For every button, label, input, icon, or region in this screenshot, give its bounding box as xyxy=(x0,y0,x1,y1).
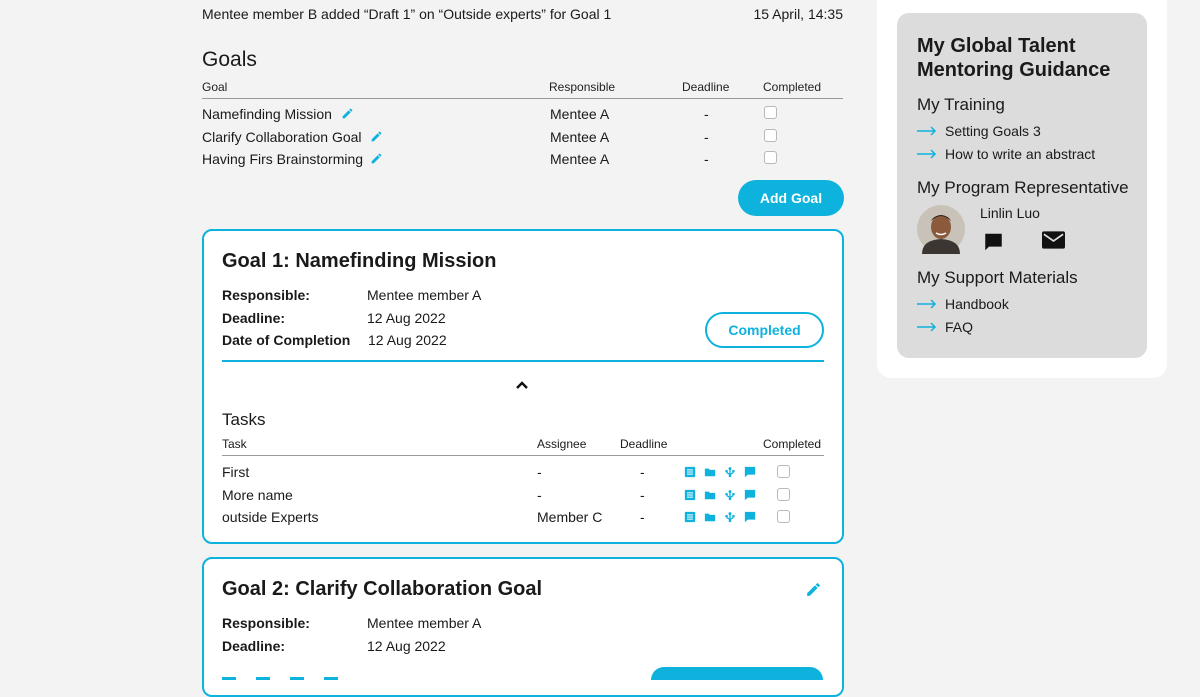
goal-row-deadline: - xyxy=(704,151,709,167)
comment-icon[interactable] xyxy=(744,489,756,501)
list-icon[interactable] xyxy=(684,466,696,478)
support-link-handbook[interactable]: Handbook xyxy=(917,296,1009,312)
goal-row-responsible: Mentee A xyxy=(550,106,610,122)
completion-label: Date of Completion xyxy=(222,332,351,348)
goal2-action-icons[interactable] xyxy=(222,672,352,680)
avatar xyxy=(917,205,965,254)
task-row-assignee: Member C xyxy=(537,509,603,525)
list-icon[interactable] xyxy=(684,489,696,501)
goal-row-responsible: Mentee A xyxy=(550,129,610,145)
tree-icon[interactable] xyxy=(724,489,736,501)
task-row-name[interactable]: outside Experts xyxy=(222,509,319,525)
goal-row-responsible: Mentee A xyxy=(550,151,610,167)
arrow-right-icon xyxy=(917,149,937,159)
deadline-label: Deadline: xyxy=(222,310,286,326)
completion-value: 12 Aug 2022 xyxy=(368,332,447,348)
task-row-deadline: - xyxy=(640,487,645,503)
folder-icon[interactable] xyxy=(704,511,716,523)
goals-header-divider xyxy=(202,98,843,99)
goal-row-checkbox[interactable] xyxy=(764,129,777,142)
goals-title: Goals xyxy=(202,48,257,71)
arrow-right-icon xyxy=(917,299,937,309)
tree-icon[interactable] xyxy=(724,511,736,523)
mail-icon[interactable] xyxy=(1042,231,1065,249)
guidance-title: My Global Talent Mentoring Guidance xyxy=(917,35,1111,81)
tasks-header-deadline: Deadline xyxy=(620,437,668,451)
activity-feed-item: Mentee member B added “Draft 1” on “Outs… xyxy=(202,6,843,22)
goals-header-responsible: Responsible xyxy=(549,80,616,94)
task-row-assignee: - xyxy=(537,487,542,503)
completed-status-button[interactable]: Completed xyxy=(705,312,824,348)
goal-row-name[interactable]: Having Firs Brainstorming xyxy=(202,151,363,167)
training-title: My Training xyxy=(917,95,1005,114)
goals-header-deadline: Deadline xyxy=(682,80,730,94)
tasks-header-divider xyxy=(222,455,824,456)
training-link-abstract[interactable]: How to write an abstract xyxy=(917,146,1095,162)
card-divider xyxy=(222,360,824,362)
goal-row-deadline: - xyxy=(704,129,709,145)
responsible-value: Mentee member A xyxy=(367,615,482,631)
folder-icon[interactable] xyxy=(704,489,716,501)
goals-header-completed: Completed xyxy=(763,80,822,94)
arrow-right-icon xyxy=(917,126,937,136)
tree-icon[interactable] xyxy=(724,466,736,478)
pencil-icon[interactable] xyxy=(370,152,383,165)
responsible-label: Responsible: xyxy=(222,287,310,303)
goal-card-title: Goal 1: Namefinding Mission xyxy=(222,250,497,272)
list-icon[interactable] xyxy=(684,511,696,523)
responsible-value: Mentee member A xyxy=(367,287,482,303)
training-link-setting-goals[interactable]: Setting Goals 3 xyxy=(917,123,1041,139)
support-link-faq[interactable]: FAQ xyxy=(917,319,973,335)
task-row-checkbox[interactable] xyxy=(777,488,790,501)
chevron-up-icon[interactable] xyxy=(514,379,530,391)
folder-icon[interactable] xyxy=(704,466,716,478)
task-row-checkbox[interactable] xyxy=(777,465,790,478)
goal-row-name[interactable]: Clarify Collaboration Goal xyxy=(202,129,362,145)
task-row-deadline: - xyxy=(640,464,645,480)
deadline-value: 12 Aug 2022 xyxy=(367,310,446,326)
comment-icon[interactable] xyxy=(744,511,756,523)
goals-header-goal: Goal xyxy=(202,80,228,94)
task-row-name[interactable]: More name xyxy=(222,487,293,503)
tasks-header-assignee: Assignee xyxy=(537,437,587,451)
activity-text: Mentee member B added “Draft 1” on “Outs… xyxy=(202,6,612,22)
goal-row-deadline: - xyxy=(704,106,709,122)
goal-card-title: Goal 2: Clarify Collaboration Goal xyxy=(222,578,543,600)
tasks-header-completed: Completed xyxy=(763,437,822,451)
pencil-icon[interactable] xyxy=(805,581,822,598)
deadline-value: 12 Aug 2022 xyxy=(367,638,446,654)
deadline-label: Deadline: xyxy=(222,638,286,654)
tasks-header-task: Task xyxy=(222,437,247,451)
add-goal-button[interactable]: Add Goal xyxy=(738,180,844,216)
goal-row-name[interactable]: Namefinding Mission xyxy=(202,106,332,122)
comment-icon[interactable] xyxy=(744,466,756,478)
support-title: My Support Materials xyxy=(917,268,1078,287)
responsible-label: Responsible: xyxy=(222,615,310,631)
arrow-right-icon xyxy=(917,322,937,332)
task-row-checkbox[interactable] xyxy=(777,510,790,523)
rep-name: Linlin Luo xyxy=(980,205,1040,221)
task-row-assignee: - xyxy=(537,464,542,480)
task-row-name[interactable]: First xyxy=(222,464,249,480)
goal-row-checkbox[interactable] xyxy=(764,106,777,119)
pencil-icon[interactable] xyxy=(370,130,383,143)
rep-title: My Program Representative xyxy=(917,178,1129,197)
activity-time: 15 April, 14:35 xyxy=(753,6,843,22)
goal-row-checkbox[interactable] xyxy=(764,151,777,164)
goal2-status-button[interactable] xyxy=(651,667,823,680)
task-row-deadline: - xyxy=(640,509,645,525)
chat-icon[interactable] xyxy=(982,231,1005,253)
tasks-title: Tasks xyxy=(222,410,266,429)
pencil-icon[interactable] xyxy=(341,107,354,120)
